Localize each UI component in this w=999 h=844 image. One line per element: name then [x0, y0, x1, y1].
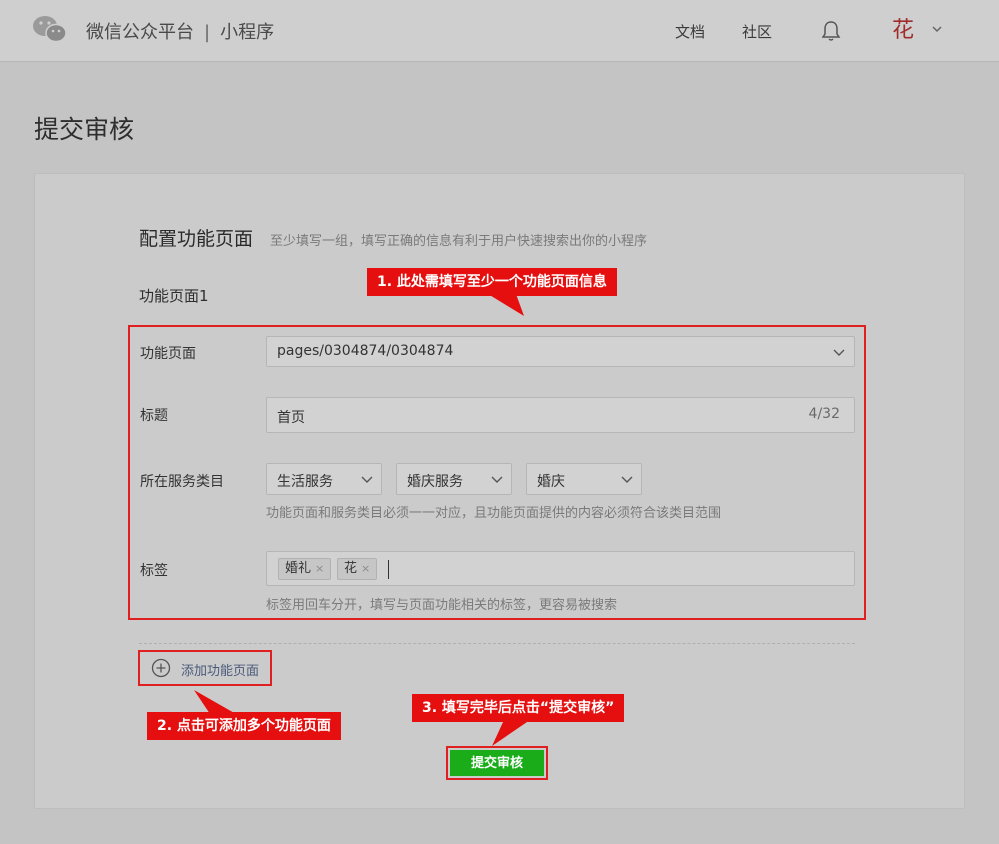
- nav-docs-link[interactable]: 文档: [675, 21, 705, 42]
- annotation-callout-2: 2. 点击可添加多个功能页面: [147, 712, 341, 740]
- chevron-down-icon: [491, 476, 503, 483]
- product-name: 小程序: [220, 22, 275, 43]
- divider: [139, 643, 855, 644]
- category-value: 婚庆: [537, 474, 565, 490]
- nav-community-link[interactable]: 社区: [742, 21, 772, 42]
- avatar[interactable]: 花: [888, 16, 918, 46]
- brand-name: 微信公众平台: [86, 22, 194, 43]
- tags-label: 标签: [140, 563, 168, 579]
- section-title: 配置功能页面: [139, 228, 254, 250]
- tag-text: 婚礼: [285, 561, 312, 576]
- category-select-level2[interactable]: 婚庆服务: [396, 463, 512, 495]
- callout-2-pointer: [194, 690, 236, 714]
- function-page-value: pages/0304874/0304874: [277, 343, 454, 359]
- chevron-down-icon[interactable]: [930, 22, 944, 36]
- function-page-select[interactable]: pages/0304874/0304874: [266, 336, 855, 367]
- submit-review-button[interactable]: 提交审核: [450, 750, 544, 776]
- title-char-count: 4/32: [808, 406, 840, 422]
- function-page-label: 功能页面: [140, 346, 196, 362]
- brand-separator: |: [204, 22, 211, 43]
- add-function-page-button[interactable]: 添加功能页面: [138, 650, 272, 686]
- top-bar: 微信公众平台 | 小程序 文档 社区 花: [0, 0, 999, 62]
- annotation-callout-1: 1. 此处需填写至少一个功能页面信息: [367, 268, 617, 296]
- platform-brand[interactable]: 微信公众平台 | 小程序: [86, 18, 274, 44]
- category-value: 婚庆服务: [407, 474, 463, 490]
- tag-remove-icon[interactable]: ×: [315, 562, 324, 575]
- annotation-highlight-submit: 提交审核: [446, 746, 548, 780]
- category-value: 生活服务: [277, 474, 333, 490]
- tag-chip: 婚礼 ×: [278, 558, 332, 580]
- title-label: 标题: [140, 408, 168, 424]
- category-hint: 功能页面和服务类目必须一一对应，且功能页面提供的内容必须符合该类目范围: [266, 506, 722, 521]
- chevron-down-icon: [621, 476, 633, 483]
- wechat-logo-icon[interactable]: [32, 14, 68, 44]
- category-select-level3[interactable]: 婚庆: [526, 463, 642, 495]
- category-select-level1[interactable]: 生活服务: [266, 463, 382, 495]
- chevron-down-icon: [833, 349, 845, 356]
- function-page-group-label: 功能页面1: [139, 287, 209, 305]
- category-label: 所在服务类目: [140, 474, 224, 490]
- chevron-down-icon: [361, 476, 373, 483]
- plus-circle-icon: [151, 658, 171, 678]
- text-cursor: [388, 560, 389, 579]
- bell-icon[interactable]: [821, 20, 841, 42]
- page-title: 提交审核: [34, 115, 135, 144]
- add-function-page-label: 添加功能页面: [181, 664, 260, 679]
- tag-remove-icon[interactable]: ×: [361, 562, 370, 575]
- tag-chip: 花 ×: [337, 558, 378, 580]
- tags-hint: 标签用回车分开，填写与页面功能相关的标签，更容易被搜索: [266, 598, 618, 613]
- section-hint: 至少填写一组，填写正确的信息有利于用户快速搜索出你的小程序: [270, 234, 648, 249]
- callout-3-pointer: [492, 720, 530, 746]
- annotation-callout-3: 3. 填写完毕后点击“提交审核”: [412, 694, 625, 722]
- tags-input[interactable]: 婚礼 × 花 ×: [266, 551, 855, 586]
- tag-text: 花: [344, 561, 358, 576]
- title-value: 首页: [277, 410, 305, 426]
- callout-1-pointer: [488, 294, 524, 316]
- title-input[interactable]: 首页 4/32: [266, 397, 855, 433]
